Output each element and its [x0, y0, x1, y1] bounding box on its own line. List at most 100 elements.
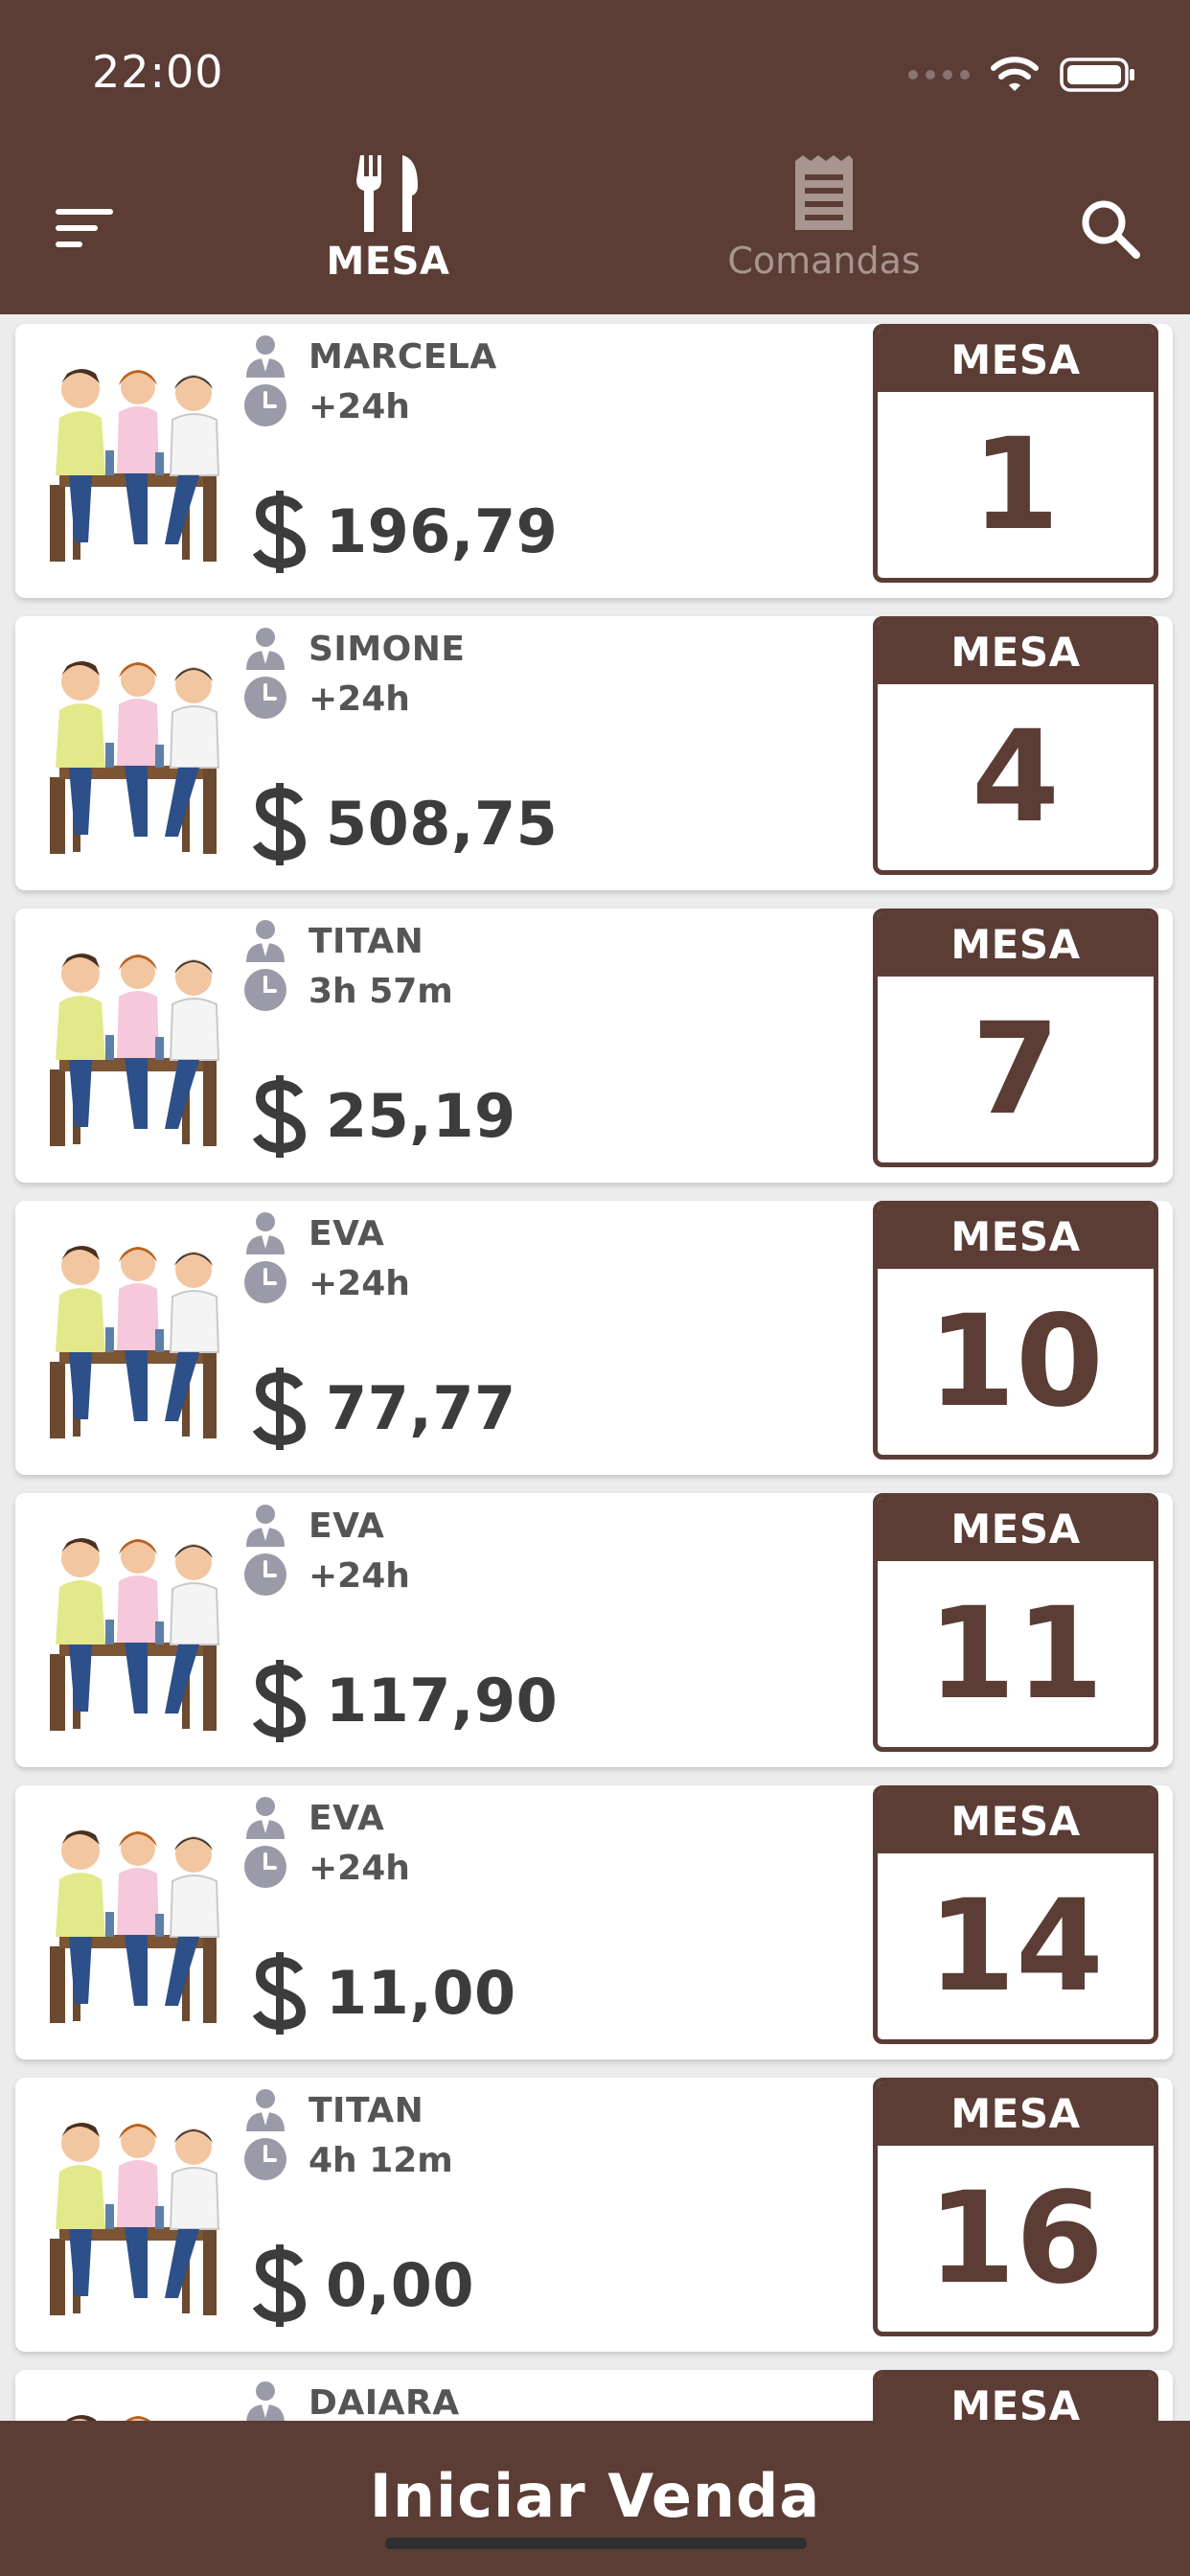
- clock-icon: [244, 1846, 286, 1888]
- wifi-icon: [991, 57, 1039, 91]
- elapsed-time: +24h: [309, 1849, 410, 1888]
- status-time: 22:00: [92, 46, 224, 98]
- dollar-icon: [252, 1075, 307, 1158]
- clock-icon: [244, 1261, 286, 1303]
- status-icons: [908, 56, 1136, 94]
- table-card-4[interactable]: SIMONE +24h 508,75 MESA 4: [15, 616, 1173, 890]
- dollar-icon: [252, 2244, 307, 2327]
- waiter-name: SIMONE: [309, 630, 466, 669]
- waiter-icon: [246, 628, 285, 670]
- table-number: 14: [927, 1873, 1104, 2020]
- sort-menu-button[interactable]: [56, 205, 117, 251]
- table-badge-label: MESA: [878, 329, 1154, 392]
- dollar-icon: [252, 1660, 307, 1742]
- elapsed-time: +24h: [309, 679, 410, 719]
- table-number-badge: MESA 14: [873, 1785, 1158, 2044]
- diners-illustration-icon: [50, 369, 220, 562]
- fork-knife-icon: [356, 155, 418, 232]
- signal-icon: [908, 70, 970, 80]
- diners-illustration-icon: [50, 1538, 220, 1731]
- diners-illustration-icon: [66, 2415, 150, 2421]
- dollar-icon: [252, 1368, 307, 1450]
- table-number: 11: [927, 1580, 1104, 1728]
- table-card-10[interactable]: EVA +24h 77,77 MESA 10: [15, 1201, 1173, 1475]
- table-badge-label: MESA: [878, 1790, 1154, 1853]
- clock-icon: [244, 384, 286, 426]
- app-root: 22:00 MESA Comandas MARCELA +24h 196,79 …: [0, 0, 1190, 2576]
- table-list[interactable]: MARCELA +24h 196,79 MESA 1 SIMONE +24h 5…: [0, 314, 1190, 2421]
- table-card-16[interactable]: TITAN 4h 12m 0,00 MESA 16: [15, 2078, 1173, 2352]
- order-total: 117,90: [326, 1666, 559, 1736]
- dollar-icon: [252, 783, 307, 865]
- table-badge-label: MESA: [878, 913, 1154, 977]
- table-number-badge: MESA 10: [873, 1201, 1158, 1460]
- table-badge-label: MESA: [878, 1206, 1154, 1269]
- table-number-badge: MESA: [873, 2370, 1158, 2421]
- clock-icon: [244, 2138, 286, 2180]
- table-number-badge: MESA 1: [873, 324, 1158, 583]
- home-indicator: [385, 2538, 807, 2549]
- order-total: 0,00: [326, 2250, 474, 2320]
- table-card-1[interactable]: MARCELA +24h 196,79 MESA 1: [15, 324, 1173, 598]
- table-badge-label: MESA: [878, 621, 1154, 684]
- waiter-name: TITAN: [309, 922, 424, 961]
- table-number: 7: [972, 996, 1060, 1143]
- table-card-14[interactable]: EVA +24h 11,00 MESA 14: [15, 1785, 1173, 2059]
- table-card-8[interactable]: DAIARA MESA: [15, 2370, 1173, 2421]
- table-number: 10: [927, 1288, 1104, 1436]
- search-icon[interactable]: [1079, 197, 1142, 261]
- tab-mesa[interactable]: MESA: [292, 153, 484, 284]
- tab-comandas[interactable]: Comandas: [690, 153, 958, 282]
- clock-icon: [244, 1553, 286, 1596]
- order-total: 508,75: [326, 789, 559, 859]
- order-total: 77,77: [326, 1373, 516, 1443]
- elapsed-time: +24h: [309, 1264, 410, 1303]
- table-card-7[interactable]: TITAN 3h 57m 25,19 MESA 7: [15, 908, 1173, 1183]
- table-badge-label: MESA: [878, 1498, 1154, 1561]
- start-sale-label: Iniciar Venda: [369, 2461, 821, 2531]
- diners-illustration-icon: [50, 661, 220, 854]
- elapsed-time: 4h 12m: [309, 2141, 453, 2180]
- dollar-icon: [252, 491, 307, 573]
- order-total: 196,79: [326, 496, 559, 566]
- table-number-badge: MESA 7: [873, 908, 1158, 1167]
- diners-illustration-icon: [50, 2123, 220, 2315]
- table-badge-label: MESA: [878, 2082, 1154, 2146]
- waiter-name: TITAN: [309, 2091, 424, 2130]
- order-total: 25,19: [326, 1081, 516, 1151]
- table-number: 16: [927, 2165, 1104, 2312]
- clock-icon: [244, 677, 286, 719]
- waiter-name: DAIARA: [309, 2383, 460, 2421]
- order-total: 11,00: [326, 1958, 516, 2028]
- tab-mesa-label: MESA: [326, 240, 450, 284]
- waiter-name: EVA: [309, 1799, 385, 1838]
- start-sale-button[interactable]: Iniciar Venda: [0, 2421, 1190, 2576]
- elapsed-time: +24h: [309, 387, 410, 426]
- table-badge-label: MESA: [878, 2375, 1154, 2421]
- waiter-icon: [246, 1212, 285, 1254]
- elapsed-time: +24h: [309, 1556, 410, 1596]
- waiter-icon: [246, 1797, 285, 1839]
- waiter-name: EVA: [309, 1506, 385, 1546]
- diners-illustration-icon: [50, 954, 220, 1146]
- diners-illustration-icon: [50, 1246, 220, 1438]
- table-number-badge: MESA 16: [873, 2078, 1158, 2336]
- table-number-badge: MESA 4: [873, 616, 1158, 875]
- waiter-name: MARCELA: [309, 337, 497, 377]
- diners-illustration-icon: [50, 1830, 220, 2023]
- receipt-icon: [795, 155, 853, 230]
- waiter-icon: [246, 335, 285, 378]
- app-header: 22:00 MESA Comandas: [0, 0, 1190, 314]
- waiter-name: EVA: [309, 1214, 385, 1254]
- table-card-11[interactable]: EVA +24h 117,90 MESA 11: [15, 1493, 1173, 1767]
- waiter-icon: [246, 1505, 285, 1547]
- waiter-icon: [246, 2089, 285, 2131]
- dollar-icon: [252, 1952, 307, 2035]
- tab-comandas-label: Comandas: [727, 240, 921, 282]
- elapsed-time: 3h 57m: [309, 972, 453, 1011]
- table-number: 1: [972, 411, 1060, 559]
- table-number-badge: MESA 11: [873, 1493, 1158, 1752]
- waiter-icon: [246, 2381, 285, 2421]
- waiter-icon: [246, 920, 285, 962]
- clock-icon: [244, 969, 286, 1011]
